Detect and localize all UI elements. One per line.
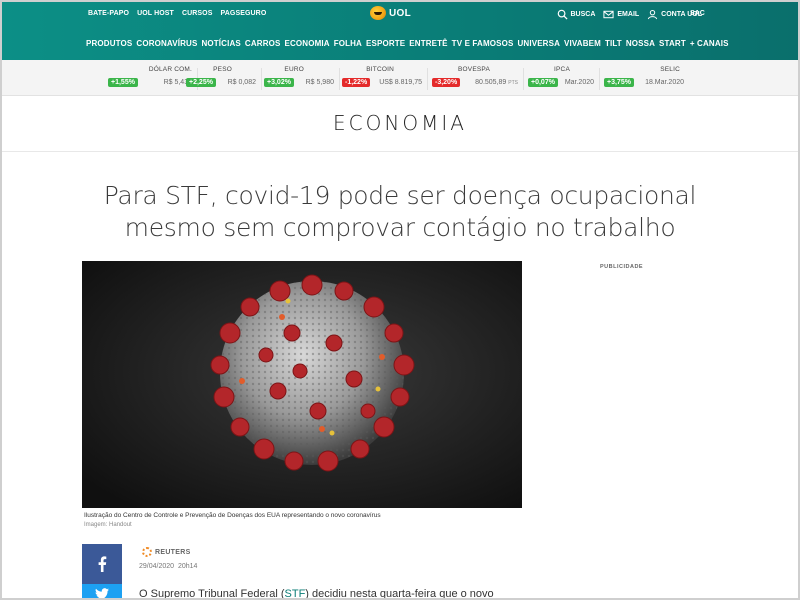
ticker-change-badge: +0,07% — [528, 78, 558, 87]
section-header: ECONOMIA — [2, 97, 798, 152]
sac-link[interactable]: SAC — [690, 10, 705, 17]
ticker-change-badge: -3,20% — [432, 78, 461, 87]
ticker-item[interactable]: PESO +2,25% R$ 0,082 — [186, 66, 262, 92]
ticker-item[interactable]: BOVESPA -3,20% 80.505,89 PTS — [432, 66, 524, 92]
nav-nossa[interactable]: NOSSA — [626, 39, 659, 48]
facebook-share-button[interactable] — [82, 544, 122, 584]
nav-noticias[interactable]: NOTÍCIAS — [201, 39, 244, 48]
site-header: BATE-PAPO UOL HOST CURSOS PAGSEGURO UOL … — [2, 2, 798, 60]
link-cursos[interactable]: CURSOS — [182, 10, 213, 17]
source-name: REUTERS — [155, 548, 191, 556]
link-uol-host[interactable]: UOL HOST — [137, 10, 174, 17]
publish-time: 20h14 — [177, 563, 198, 570]
divider — [523, 68, 524, 90]
ticker-name: SELIC — [660, 66, 680, 73]
ticker-value-number: 80.505,89 — [475, 79, 507, 86]
nav-economia[interactable]: ECONOMIA — [284, 39, 333, 48]
headline-line-1: Para STF, covid-19 pode ser doença ocupa… — [103, 181, 697, 210]
image-credit: Imagem: Handout — [84, 522, 132, 528]
facebook-icon — [98, 556, 107, 572]
ticker-item[interactable]: DÓLAR COM. +1,55% R$ 5,438 — [108, 66, 198, 92]
uol-logo-icon — [370, 6, 386, 20]
header-actions: BUSCA EMAIL CONTA UOL — [557, 9, 702, 20]
ticker-name: EURO — [284, 66, 304, 73]
nav-vivabem[interactable]: VIVABEM — [564, 39, 605, 48]
coronavirus-illustration — [82, 261, 522, 508]
nav-produtos[interactable]: PRODUTOS — [86, 39, 136, 48]
article-date: 29/04/2020 20h14 — [139, 563, 197, 570]
nav-mais-canais[interactable]: + CANAIS — [690, 39, 733, 48]
publish-date: 29/04/2020 — [139, 563, 175, 570]
divider — [427, 68, 428, 90]
divider — [599, 68, 600, 90]
ticker-name: IPCA — [554, 66, 570, 73]
article-headline: Para STF, covid-19 pode ser doença ocupa… — [82, 180, 718, 244]
body-text-end: ) decidiu nesta quarta-feira que o novo — [305, 588, 494, 600]
main-nav: PRODUTOS CORONAVÍRUS NOTÍCIAS CARROS ECO… — [86, 39, 733, 48]
email-button[interactable]: EMAIL — [603, 9, 639, 20]
article-body-first-line: O Supremo Tribunal Federal (STF) decidiu… — [139, 588, 494, 600]
ticker-item[interactable]: IPCA +0,07% Mar.2020 — [528, 66, 600, 92]
ticker-value: R$ 5,980 — [305, 79, 334, 86]
twitter-icon — [95, 588, 109, 598]
nav-tilt[interactable]: TILT — [605, 39, 626, 48]
nav-esporte[interactable]: ESPORTE — [366, 39, 409, 48]
nav-entrete[interactable]: ENTRETÊ — [409, 39, 451, 48]
ticker-item[interactable]: BITCOIN -1,22% US$ 8.819,75 — [342, 66, 428, 92]
page-frame: BATE-PAPO UOL HOST CURSOS PAGSEGURO UOL … — [0, 0, 800, 600]
ticker-change-badge: -1,22% — [342, 78, 371, 87]
ticker-value-unit: PTS — [508, 80, 518, 86]
user-icon — [648, 9, 658, 20]
ticker-name: PESO — [213, 66, 232, 73]
top-links: BATE-PAPO UOL HOST CURSOS PAGSEGURO — [88, 10, 266, 17]
article-source: REUTERS — [142, 547, 191, 557]
uol-logo[interactable]: UOL — [370, 6, 411, 20]
nav-start[interactable]: START — [659, 39, 690, 48]
headline-line-2: mesmo sem comprovar contágio no trabalho — [124, 213, 676, 242]
ticker-value: R$ 0,082 — [227, 79, 256, 86]
reuters-logo-icon — [142, 547, 152, 557]
ad-label: PUBLICIDADE — [600, 264, 644, 270]
link-bate-papo[interactable]: BATE-PAPO — [88, 10, 129, 17]
nav-carros[interactable]: CARROS — [245, 39, 285, 48]
logo-text: UOL — [389, 7, 412, 19]
ticker-name: BOVESPA — [458, 66, 490, 73]
ticker-change-badge: +3,75% — [604, 78, 634, 87]
nav-tv-e-famosos[interactable]: TV E FAMOSOS — [452, 39, 518, 48]
mail-icon — [603, 10, 614, 19]
ticker-change-badge: +3,02% — [264, 78, 294, 87]
ticker-name: BITCOIN — [366, 66, 394, 73]
market-ticker: DÓLAR COM. +1,55% R$ 5,438 PESO +2,25% R… — [2, 60, 798, 96]
twitter-share-button[interactable] — [82, 584, 122, 598]
stf-link[interactable]: STF — [285, 588, 306, 598]
divider — [261, 68, 262, 90]
ticker-item[interactable]: SELIC +3,75% 18.Mar.2020 — [604, 66, 690, 92]
ticker-item[interactable]: EURO +3,02% R$ 5,980 — [264, 66, 340, 92]
link-pagseguro[interactable]: PAGSEGURO — [221, 10, 267, 17]
ticker-change-badge: +2,25% — [186, 78, 216, 87]
ticker-change-badge: +1,55% — [108, 78, 138, 87]
ticker-value: US$ 8.819,75 — [379, 79, 422, 86]
body-text-start: O Supremo Tribunal Federal ( — [139, 588, 285, 600]
nav-folha[interactable]: FOLHA — [334, 39, 366, 48]
nav-coronavirus[interactable]: CORONAVÍRUS — [136, 39, 201, 48]
image-caption: Ilustração do Centro de Controle e Preve… — [84, 512, 381, 519]
email-label: EMAIL — [617, 11, 640, 18]
section-title[interactable]: ECONOMIA — [2, 111, 798, 135]
search-icon — [557, 9, 568, 20]
article-image[interactable] — [82, 261, 522, 508]
search-label: BUSCA — [570, 11, 596, 18]
divider — [339, 68, 340, 90]
nav-universa[interactable]: UNIVERSA — [517, 39, 564, 48]
search-button[interactable]: BUSCA — [557, 9, 596, 20]
ticker-value: 80.505,89 PTS — [475, 79, 518, 86]
ticker-value: Mar.2020 — [564, 79, 594, 86]
ticker-value: 18.Mar.2020 — [645, 79, 684, 86]
